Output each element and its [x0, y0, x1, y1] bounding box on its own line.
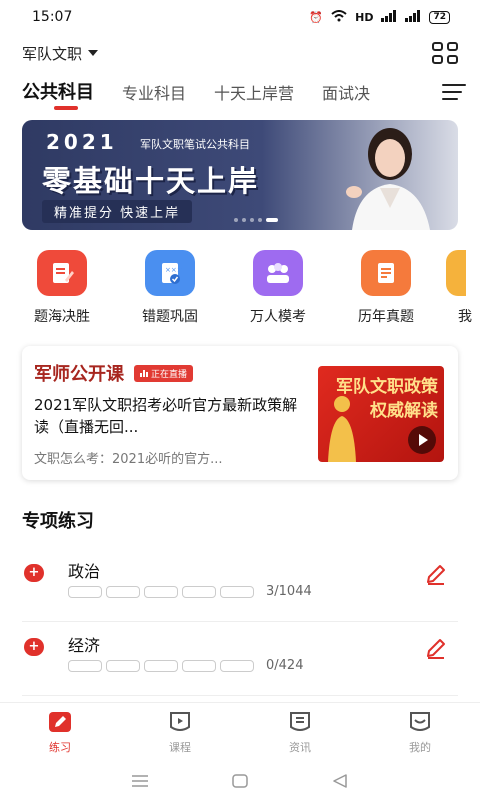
live-title: 军师公开课	[34, 364, 124, 385]
expand-plus-icon[interactable]: +	[24, 564, 44, 582]
alarm-icon: ⏰	[309, 10, 324, 24]
banner-title: 零基础十天上岸	[42, 164, 260, 198]
network-label: HD	[355, 10, 374, 24]
progress-segments	[68, 660, 254, 672]
past-papers-icon	[361, 250, 411, 296]
tab-public-subjects[interactable]: 公共科目	[22, 76, 94, 112]
menu-icon[interactable]	[442, 84, 466, 100]
live-badge-label: 正在直播	[151, 369, 188, 380]
live-thumbnail[interactable]: 军队文职政策 权威解读	[318, 366, 444, 462]
more-icon	[446, 250, 466, 296]
quick-action-wrong-questions[interactable]: ××× 错题巩固	[122, 250, 218, 326]
tab-interview[interactable]: 面试决	[322, 76, 370, 112]
signal-icon	[405, 9, 421, 25]
live-meta: 文职怎么考：2021必听的官方...	[34, 452, 223, 467]
home-icon[interactable]	[231, 774, 249, 788]
banner-subtitle: 军队文职笔试公共科目	[140, 138, 250, 151]
quick-action-practice[interactable]: 题海决胜	[14, 250, 110, 326]
quick-action-mock-exam[interactable]: 万人模考	[230, 250, 326, 326]
quick-action-label: 题海决胜	[34, 309, 90, 325]
tab-professional-subjects[interactable]: 专业科目	[122, 76, 186, 112]
nav-label: 课程	[169, 741, 191, 754]
expand-plus-icon[interactable]: +	[24, 638, 44, 656]
promo-banner[interactable]: 2021 军队文职笔试公共科目 零基础十天上岸 精准提分 快速上岸	[22, 120, 458, 230]
quick-actions: 题海决胜 ××× 错题巩固 万人模考 历年真题 我	[0, 250, 480, 330]
quick-action-past-papers[interactable]: 历年真题	[338, 250, 434, 326]
section-title: 专项练习	[22, 511, 94, 532]
practice-subject: 经济	[68, 636, 101, 655]
live-bars-icon	[140, 370, 148, 377]
exam-name: 军队文职	[22, 44, 83, 63]
nav-label: 资讯	[289, 741, 311, 754]
course-icon	[170, 712, 190, 731]
bottom-nav: 练习 课程 资讯 我的	[0, 702, 480, 762]
news-icon	[290, 712, 310, 731]
thumbnail-title: 军队文职政策	[336, 377, 438, 397]
signal-icon	[381, 9, 397, 25]
quick-action-label: 历年真题	[358, 309, 414, 325]
presenter-image	[346, 128, 430, 230]
nav-practice[interactable]: 练习	[0, 703, 120, 762]
mock-exam-icon	[253, 250, 303, 296]
recents-icon[interactable]	[131, 774, 149, 788]
practice-icon	[49, 712, 71, 732]
svg-text:×××: ×××	[165, 266, 183, 274]
top-bar: 军队文职	[0, 38, 480, 68]
wrong-questions-icon: ×××	[145, 250, 195, 296]
system-nav-bar	[0, 762, 480, 800]
live-course-card[interactable]: 军师公开课 正在直播 2021军队文职招考必听官方最新政策解读（直播无回... …	[22, 346, 458, 480]
profile-icon	[410, 712, 430, 731]
nav-course[interactable]: 课程	[120, 703, 240, 762]
thumbnail-subtitle: 权威解读	[370, 401, 438, 421]
banner-tagline: 精准提分 快速上岸	[42, 200, 193, 223]
progress-segments	[68, 586, 254, 598]
practice-subject: 政治	[68, 562, 101, 581]
live-badge: 正在直播	[134, 364, 194, 382]
tabs-menu	[410, 76, 480, 108]
nav-news[interactable]: 资讯	[240, 703, 360, 762]
nav-label: 我的	[409, 741, 431, 754]
banner-year: 2021	[46, 130, 118, 154]
status-icons: ⏰ HD 72	[309, 9, 450, 25]
quick-action-label: 错题巩固	[142, 309, 198, 325]
subject-tabs: 公共科目 专业科目 十天上岸营 面试决	[0, 76, 480, 116]
play-icon[interactable]	[408, 426, 436, 454]
live-description: 2021军队文职招考必听官方最新政策解读（直播无回...	[34, 396, 298, 436]
banner-pager	[234, 218, 278, 222]
back-icon[interactable]	[331, 774, 349, 788]
status-bar: 15:07 ⏰ HD 72	[0, 0, 480, 34]
practice-row[interactable]: + 经济 0/424	[22, 622, 458, 696]
tab-ten-day-camp[interactable]: 十天上岸营	[214, 76, 294, 112]
nav-label: 练习	[49, 741, 71, 754]
battery-icon: 72	[429, 10, 450, 24]
edit-icon	[37, 250, 87, 296]
status-time: 15:07	[32, 9, 73, 25]
live-header: 军师公开课 正在直播	[34, 360, 194, 386]
nav-profile[interactable]: 我的	[360, 703, 480, 762]
pencil-icon[interactable]	[424, 636, 448, 660]
practice-row[interactable]: + 政治 3/1044	[22, 548, 458, 622]
caret-down-icon	[88, 50, 99, 56]
apps-grid-icon[interactable]	[432, 42, 458, 64]
soldier-silhouette-icon	[328, 396, 356, 462]
exam-selector[interactable]: 军队文职	[22, 43, 99, 64]
quick-action-more[interactable]: 我	[446, 250, 480, 326]
practice-count: 0/424	[266, 658, 304, 673]
wifi-icon	[331, 9, 347, 25]
quick-action-label: 我	[458, 309, 472, 325]
quick-action-label: 万人模考	[250, 309, 306, 325]
pencil-icon[interactable]	[424, 562, 448, 586]
practice-count: 3/1044	[266, 584, 312, 599]
